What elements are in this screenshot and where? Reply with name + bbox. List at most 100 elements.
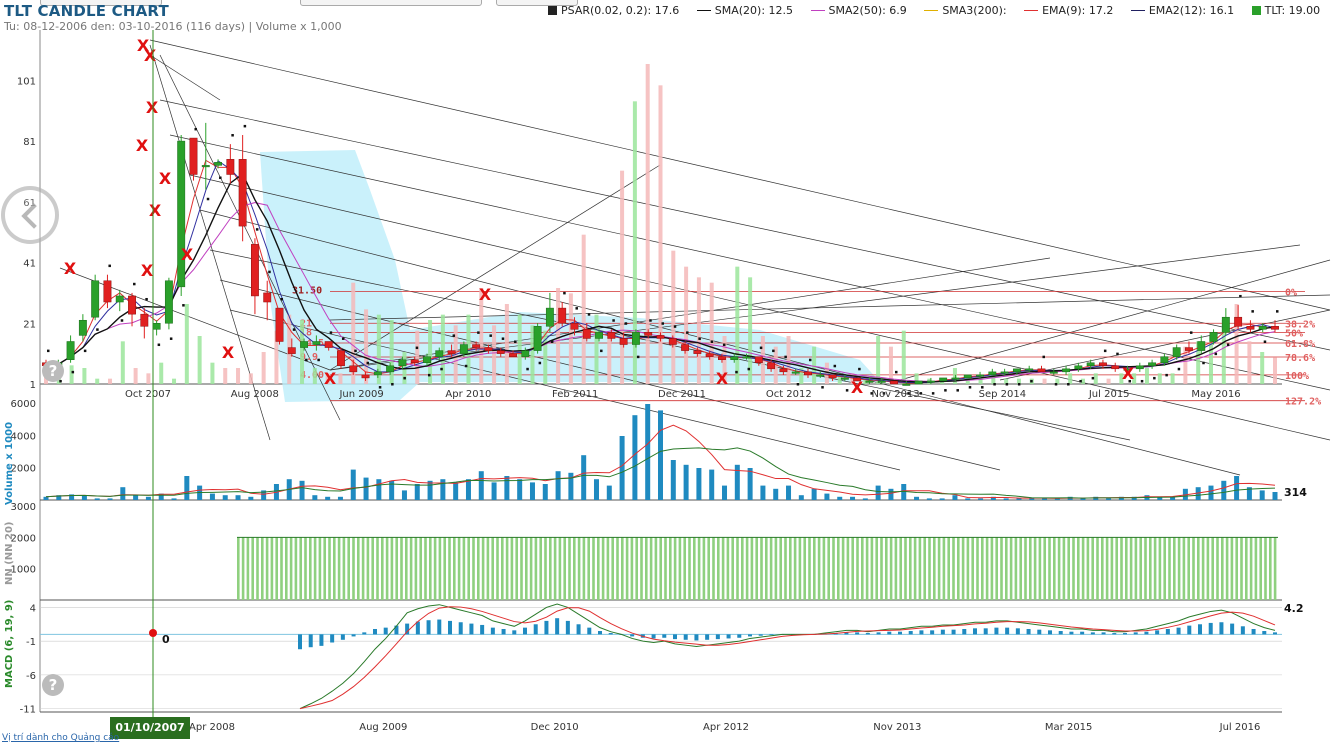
nn-bar	[323, 537, 326, 600]
nn-bar	[1053, 537, 1056, 600]
volume-bar	[248, 496, 254, 500]
nn-panel: 100020003000	[11, 502, 1282, 601]
nn-bar	[1091, 537, 1094, 600]
nn-bar	[673, 537, 677, 600]
help-circle-icon[interactable]: ?	[42, 674, 64, 696]
chevron-left-circle-icon[interactable]	[1, 186, 59, 244]
nn-bar	[385, 537, 389, 600]
fib-level-label: 50%	[1285, 328, 1303, 339]
nn-bar	[582, 537, 586, 600]
nn-bar	[1033, 537, 1037, 600]
nn-bar	[726, 537, 730, 600]
nn-bar	[1168, 537, 1171, 600]
volume-bar	[427, 480, 433, 500]
macd-histogram-bar	[930, 630, 935, 635]
volume-bar	[722, 485, 728, 500]
volume-shadow-bar	[159, 362, 164, 384]
volume-shadow-bar	[172, 378, 177, 384]
nn-bar	[1048, 537, 1051, 600]
legend-item-sma50[interactable]: SMA2(50): 6.9	[810, 4, 907, 17]
volume-bar	[824, 493, 830, 500]
volume-shadow-bar	[620, 170, 625, 384]
volume-bar	[606, 485, 612, 500]
volume-shadow-bar	[223, 368, 228, 384]
macd-histogram-bar	[1069, 631, 1074, 635]
volume-shadow-bar	[1247, 341, 1252, 384]
nn-bar	[1264, 537, 1267, 600]
psar-dot	[1263, 340, 1267, 343]
nn-bar	[635, 537, 638, 600]
volume-shadow-bar	[581, 234, 586, 384]
nn-bar	[664, 537, 667, 600]
nn-bar	[352, 537, 355, 600]
psar-dot	[1042, 355, 1045, 359]
nn-bar	[933, 537, 936, 600]
volume-shadow-bar	[812, 346, 817, 384]
macd-histogram-bar	[1187, 625, 1192, 635]
volume-shadow-bar	[786, 336, 791, 384]
nn-bar	[309, 537, 312, 600]
nn-bar	[645, 537, 648, 600]
candle-body	[337, 350, 345, 367]
candle-body	[410, 359, 419, 363]
nn-bar	[381, 537, 384, 600]
nn-bar	[966, 537, 970, 600]
macd-histogram-bar	[1230, 623, 1235, 635]
nn-bar	[563, 537, 566, 600]
help-circle-icon[interactable]: ?	[42, 360, 64, 382]
psar-dot	[1017, 383, 1021, 386]
price-tick-label: 1	[30, 380, 36, 391]
nn-bar	[251, 537, 254, 600]
psar-dot	[1005, 383, 1009, 386]
candle-body	[189, 137, 198, 175]
volume-bar	[555, 471, 561, 500]
toolbar-button-middle[interactable]	[300, 0, 482, 6]
legend-item-sma200[interactable]: SMA3(200):	[924, 4, 1007, 17]
psar-dot	[821, 386, 824, 389]
psar-dot	[636, 355, 640, 359]
macd-histogram-bar	[1112, 633, 1117, 635]
nn-bar	[837, 537, 840, 600]
volume-shadow-bar	[696, 277, 701, 384]
nn-bar	[702, 537, 706, 600]
volume-shadow-bar	[364, 309, 369, 384]
macd-histogram-bar	[598, 631, 602, 635]
macd-histogram-bar	[1133, 632, 1138, 635]
psar-dot	[440, 367, 443, 371]
legend-item-sma20[interactable]: SMA(20): 12.5	[696, 4, 793, 17]
macd-line	[299, 603, 1276, 710]
candle-body	[951, 377, 960, 380]
nn-bar	[769, 537, 773, 600]
psar-dot	[268, 270, 271, 274]
macd-histogram-bar	[908, 631, 913, 635]
legend-item-ema9[interactable]: EMA(9): 17.2	[1024, 4, 1113, 17]
nn-bar	[621, 537, 624, 600]
ad-placement-link[interactable]: Vị trí dành cho Quảng cáo	[2, 733, 119, 743]
macd-histogram-bar	[437, 619, 442, 635]
candle-body	[570, 323, 579, 330]
candle-body	[91, 280, 100, 318]
candle-body	[226, 159, 235, 175]
volume-bar	[760, 485, 766, 500]
nn-bar	[587, 537, 590, 600]
macd-histogram-bar	[523, 627, 527, 635]
legend-item-tlt[interactable]: TLT: 19.00	[1251, 4, 1320, 17]
nn-bar	[856, 537, 859, 600]
macd-histogram-bar	[898, 631, 902, 635]
legend-item-ema12[interactable]: EMA2(12): 16.1	[1130, 4, 1234, 17]
legend-item-psar[interactable]: PSAR(0.02, 0.2): 17.6	[548, 4, 679, 17]
psar-dot	[612, 319, 615, 322]
volume-bar	[337, 496, 343, 500]
volume-bar	[837, 496, 843, 500]
macd-histogram-bar	[351, 634, 356, 637]
legend-line-icon	[1130, 10, 1145, 11]
psar-dot	[59, 379, 62, 383]
candle-body	[877, 380, 886, 383]
macd-histogram-bar	[758, 634, 763, 636]
macd-histogram-bar	[962, 628, 967, 635]
macd-histogram-bar	[383, 627, 388, 635]
x-tick-label: Apr 2010	[445, 389, 491, 400]
psar-dot	[698, 337, 701, 340]
nn-bar	[246, 537, 250, 600]
nn-bar	[1221, 537, 1224, 600]
